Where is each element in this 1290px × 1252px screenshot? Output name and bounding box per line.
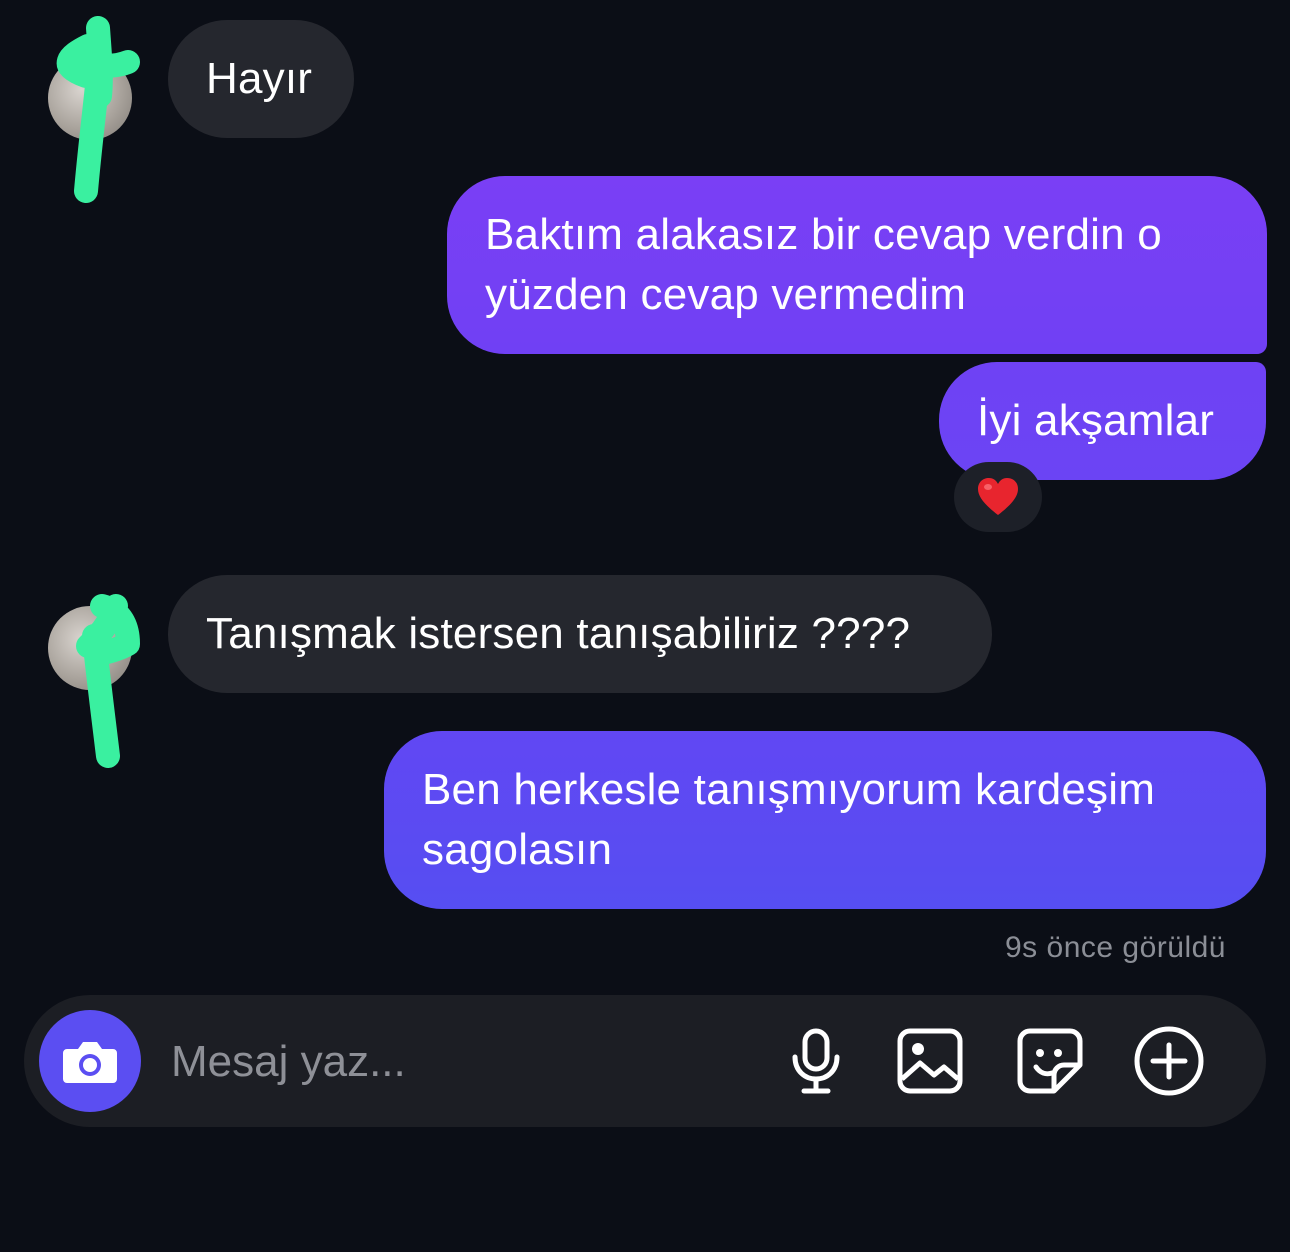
message-text: Ben herkesle tanışmıyorum kardeşim sagol…: [422, 765, 1156, 874]
microphone-button[interactable]: [780, 1025, 852, 1097]
message-text: Baktım alakasız bir cevap verdin o yüzde…: [485, 210, 1162, 319]
add-button[interactable]: [1133, 1025, 1205, 1097]
message-incoming[interactable]: Tanışmak istersen tanışabiliriz ????: [168, 575, 992, 693]
sticker-icon: [1017, 1028, 1083, 1094]
message-incoming[interactable]: Hayır: [168, 20, 354, 138]
message-outgoing[interactable]: Ben herkesle tanışmıyorum kardeşim sagol…: [384, 731, 1266, 909]
message-text: Hayır: [206, 54, 313, 103]
plus-circle-icon: [1134, 1026, 1204, 1096]
message-text: Tanışmak istersen tanışabiliriz ????: [206, 609, 911, 658]
message-text: İyi akşamlar: [977, 396, 1215, 445]
message-input[interactable]: [169, 1031, 733, 1093]
message-outgoing[interactable]: Baktım alakasız bir cevap verdin o yüzde…: [447, 176, 1267, 354]
scribble-redaction: [57, 16, 140, 203]
heart-icon: [978, 478, 1018, 515]
sticker-button[interactable]: [1014, 1025, 1086, 1097]
contact-avatar[interactable]: [48, 594, 140, 768]
scribble-redaction: [76, 594, 140, 768]
gallery-button[interactable]: [894, 1025, 966, 1097]
message-composer: [24, 995, 1266, 1127]
camera-icon: [63, 1042, 117, 1083]
microphone-icon: [792, 1028, 840, 1094]
gallery-icon: [897, 1028, 963, 1094]
chat-thread: Hayır Baktım alakasız bir cevap verdin o…: [0, 0, 1290, 1252]
contact-avatar[interactable]: [48, 16, 140, 203]
camera-button[interactable]: [39, 1010, 141, 1112]
reaction-badge[interactable]: [954, 462, 1042, 532]
seen-status: 9s önce görüldü: [1005, 931, 1226, 964]
